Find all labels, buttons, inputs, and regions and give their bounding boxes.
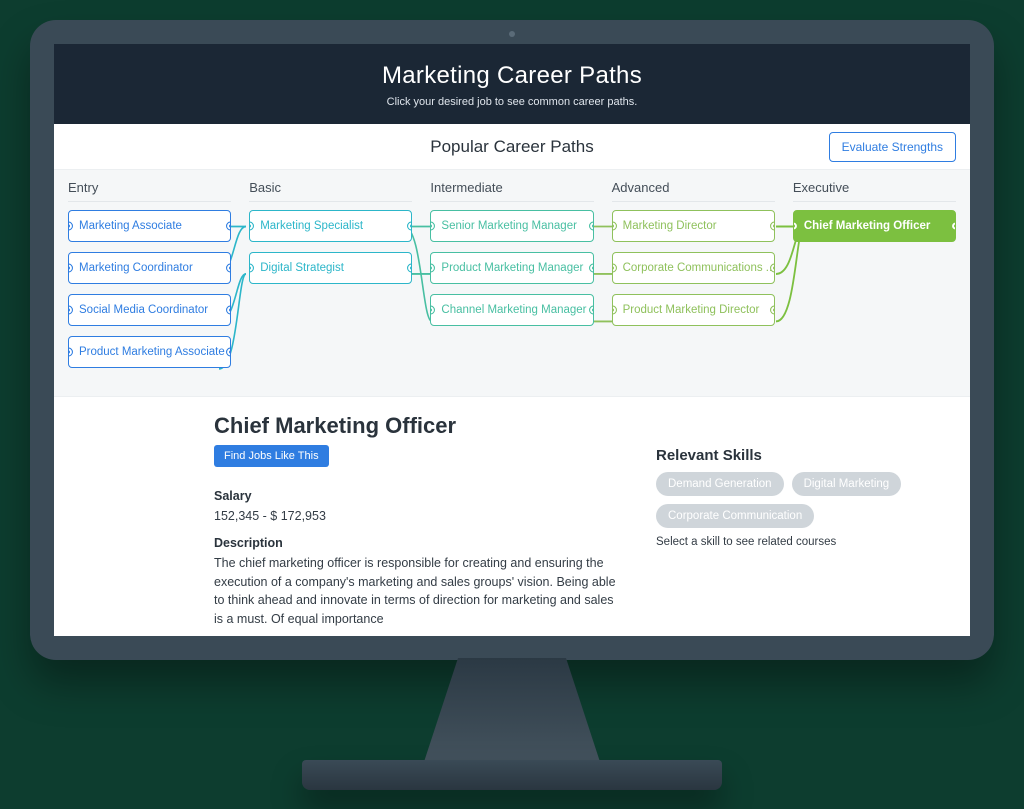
job-pill[interactable]: Marketing Coordinator [68,252,231,284]
job-label: Marketing Coordinator [79,262,193,274]
job-pill[interactable]: Social Media Coordinator [68,294,231,326]
job-label: Product Marketing Associate [79,346,225,358]
skill-chip[interactable]: Digital Marketing [792,472,902,496]
connector-dot-icon [612,306,617,315]
hero: Marketing Career Paths Click your desire… [54,44,970,124]
job-detail-panel: Chief Marketing Officer Find Jobs Like T… [54,396,970,636]
connector-dot-icon [249,264,254,273]
skill-chip[interactable]: Demand Generation [656,472,784,496]
job-pill[interactable]: Senior Marketing Manager [430,210,593,242]
skill-chip[interactable]: Corporate Communication [656,504,814,528]
connector-dot-icon [68,222,73,231]
job-pill[interactable]: Product Marketing Manager [430,252,593,284]
connector-dot-icon [589,264,594,273]
connector-dot-icon [430,306,435,315]
column-title-intermediate: Intermediate [430,180,593,202]
description-label: Description [214,536,616,550]
connector-dot-icon [68,264,73,273]
main-body: Popular Career Paths Evaluate Strengths [54,124,970,636]
skills-hint: Select a skill to see related courses [656,536,956,548]
column-intermediate: Intermediate Senior Marketing Manager Pr… [430,180,593,378]
career-path-grid: Entry Marketing Associate Marketing Coor… [54,170,970,396]
job-pill[interactable]: Marketing Director [612,210,775,242]
column-title-entry: Entry [68,180,231,202]
camera-icon [509,31,515,37]
connector-dot-icon [407,222,412,231]
connector-dot-icon [430,264,435,273]
job-pill[interactable]: Channel Marketing Manager [430,294,593,326]
description-text: The chief marketing officer is responsib… [214,554,616,629]
column-title-basic: Basic [249,180,412,202]
job-label: Product Marketing Manager [441,262,583,274]
section-header: Popular Career Paths Evaluate Strengths [54,124,970,170]
job-label: Marketing Director [623,220,717,232]
detail-title: Chief Marketing Officer [214,413,616,439]
job-pill[interactable]: Product Marketing Associate [68,336,231,368]
monitor-frame: Marketing Career Paths Click your desire… [30,20,994,660]
job-pill[interactable]: Marketing Specialist [249,210,412,242]
column-advanced: Advanced Marketing Director Corporate Co… [612,180,775,378]
page-title: Marketing Career Paths [64,62,960,90]
monitor-stand-base [302,760,722,790]
job-pill[interactable]: Marketing Associate [68,210,231,242]
connector-dot-icon [951,222,956,231]
connector-dot-icon [249,222,254,231]
column-title-executive: Executive [793,180,956,202]
job-label: Chief Marketing Officer [804,220,931,232]
connector-dot-icon [68,348,73,357]
column-executive: Executive Chief Marketing Officer [793,180,956,378]
column-basic: Basic Marketing Specialist Digital Strat… [249,180,412,378]
job-pill[interactable]: Digital Strategist [249,252,412,284]
job-pill-selected[interactable]: Chief Marketing Officer [793,210,956,242]
page-subtitle: Click your desired job to see common car… [64,96,960,108]
connector-dot-icon [589,222,594,231]
connector-dot-icon [770,306,775,315]
salary-label: Salary [214,489,616,503]
job-label: Corporate Communications ... [623,262,775,274]
job-label: Marketing Specialist [260,220,363,232]
section-title: Popular Career Paths [430,137,593,157]
connector-dot-icon [612,222,617,231]
find-jobs-button[interactable]: Find Jobs Like This [214,445,329,467]
connector-dot-icon [793,222,798,231]
connector-dot-icon [226,222,231,231]
column-title-advanced: Advanced [612,180,775,202]
column-entry: Entry Marketing Associate Marketing Coor… [68,180,231,378]
evaluate-strengths-button[interactable]: Evaluate Strengths [829,132,956,162]
connector-dot-icon [612,264,617,273]
connector-dot-icon [407,264,412,273]
connector-dot-icon [589,306,594,315]
job-label: Senior Marketing Manager [441,220,577,232]
connector-dot-icon [770,264,775,273]
skills-title: Relevant Skills [656,447,956,464]
job-pill[interactable]: Product Marketing Director [612,294,775,326]
job-label: Social Media Coordinator [79,304,208,316]
connector-dot-icon [226,348,231,357]
job-pill[interactable]: Corporate Communications ... [612,252,775,284]
job-label: Product Marketing Director [623,304,760,316]
connector-dot-icon [770,222,775,231]
connector-dot-icon [226,306,231,315]
app-screen: Marketing Career Paths Click your desire… [54,44,970,636]
monitor-stand-neck [422,658,602,768]
connector-dot-icon [226,264,231,273]
connector-dot-icon [68,306,73,315]
job-label: Marketing Associate [79,220,182,232]
job-label: Channel Marketing Manager [441,304,586,316]
salary-value: 152,345 - $ 172,953 [214,507,616,526]
job-label: Digital Strategist [260,262,344,274]
connector-dot-icon [430,222,435,231]
